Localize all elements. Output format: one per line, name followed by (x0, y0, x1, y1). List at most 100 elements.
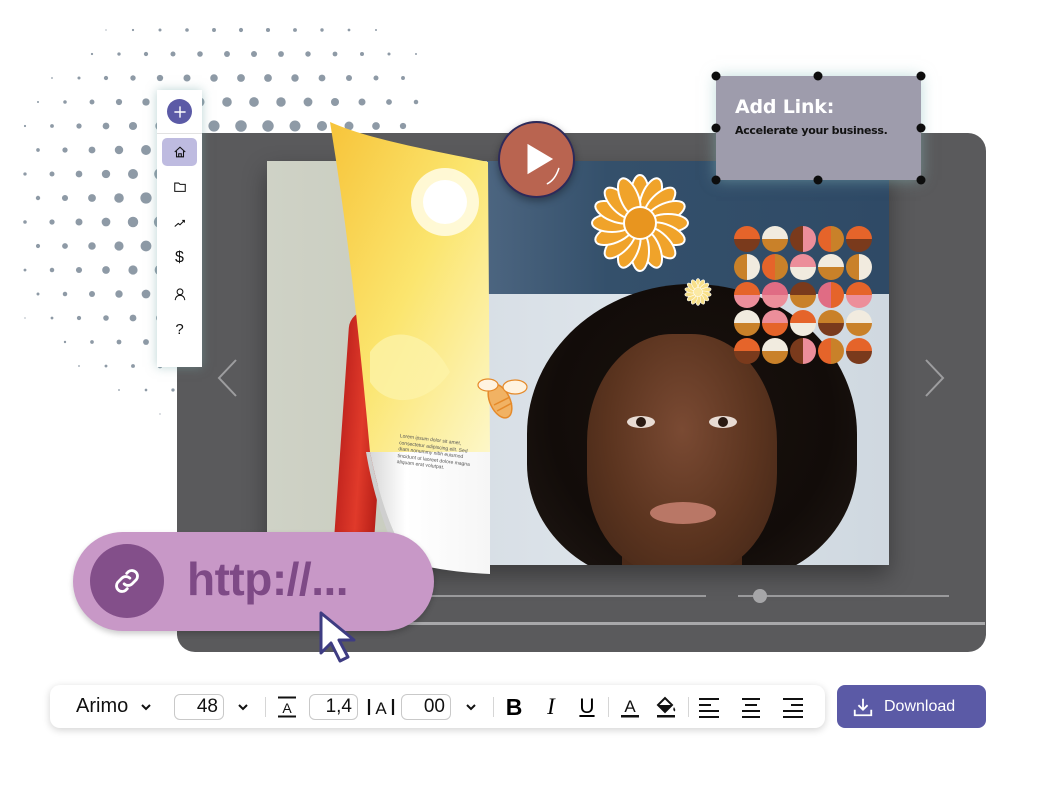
halftone-dot (387, 52, 391, 56)
toolbar-divider (608, 697, 609, 717)
halftone-dot (386, 99, 392, 105)
halftone-dot (61, 194, 69, 202)
progress-bar[interactable] (400, 622, 985, 625)
halftone-dot (104, 364, 108, 368)
halftone-dot (276, 97, 286, 107)
folder-icon (173, 182, 186, 192)
volume-slider-track[interactable] (738, 595, 949, 597)
halftone-dot (251, 51, 257, 57)
add-button[interactable] (167, 99, 192, 124)
text-color-button[interactable]: A (617, 694, 643, 720)
italic-button[interactable]: I (538, 694, 564, 720)
halftone-dot (131, 364, 135, 368)
pattern-circle (790, 226, 816, 252)
slider-handle[interactable] (752, 589, 767, 603)
next-page-button[interactable] (922, 358, 946, 398)
previous-page-button[interactable] (216, 358, 240, 398)
pattern-circle (846, 282, 872, 308)
bold-button[interactable]: B (501, 694, 527, 720)
url-link-field[interactable]: http://... (73, 532, 434, 631)
svg-text:A: A (282, 700, 292, 716)
font-size-input[interactable]: 48 (174, 694, 224, 720)
flower-center (623, 206, 657, 240)
pattern-circle (790, 338, 816, 364)
toolbar-divider (493, 697, 494, 717)
small-flower-illustration (684, 278, 712, 306)
halftone-dot (23, 268, 27, 272)
halftone-dot (49, 267, 55, 273)
pattern-circle (846, 338, 872, 364)
sidebar: $ ? (157, 90, 202, 367)
halftone-dot (36, 292, 40, 296)
resize-handle-bottom-right[interactable] (916, 175, 926, 185)
flipping-page[interactable] (330, 122, 490, 574)
align-center-icon (742, 698, 760, 718)
resize-handle-bottom-left[interactable] (711, 175, 721, 185)
svg-text:A: A (624, 697, 636, 716)
resize-handle-top[interactable] (813, 71, 823, 81)
halftone-dot (23, 172, 27, 176)
underline-button[interactable]: U (574, 694, 600, 720)
halftone-dot (63, 340, 67, 344)
halftone-dot (235, 120, 247, 132)
letter-spacing-dropdown[interactable] (465, 685, 477, 728)
chevron-down-icon (238, 703, 248, 710)
link-card-subtitle: Accelerate your business. (735, 124, 888, 137)
halftone-dot (358, 98, 366, 106)
align-left-button[interactable] (696, 694, 722, 720)
page-curl-graphic (330, 122, 490, 574)
resize-handle-top-right[interactable] (916, 71, 926, 81)
resize-handle-top-left[interactable] (711, 71, 721, 81)
download-button[interactable]: Download (837, 685, 986, 728)
bee-illustration (477, 378, 528, 419)
pattern-circle (734, 310, 760, 336)
halftone-dot (318, 74, 326, 82)
chevron-down-icon (466, 703, 476, 710)
font-size-dropdown[interactable] (237, 685, 249, 728)
page-slider-track-left[interactable] (430, 595, 706, 597)
sidebar-item-billing[interactable]: $ (162, 244, 197, 272)
link-button[interactable] (90, 544, 164, 618)
halftone-dot (347, 28, 351, 32)
sidebar-item-files[interactable] (162, 173, 197, 201)
resize-handle-left[interactable] (711, 123, 721, 133)
font-family-select[interactable]: Arimo (76, 685, 152, 728)
add-link-textbox[interactable]: Add Link: Accelerate your business. (716, 76, 921, 180)
halftone-dot (208, 120, 220, 132)
resize-handle-right[interactable] (916, 123, 926, 133)
halftone-dot (103, 315, 109, 321)
sidebar-item-home[interactable] (162, 138, 197, 166)
text-format-toolbar: Arimo 48 A 1,4 A 00 B I U A (50, 685, 825, 728)
sidebar-item-help[interactable]: ? (162, 315, 197, 343)
halftone-dot (401, 76, 405, 80)
line-height-button[interactable]: A (274, 694, 300, 720)
halftone-dot (330, 97, 340, 107)
pattern-circle (734, 282, 760, 308)
halftone-dot (127, 168, 139, 180)
sidebar-item-account[interactable] (162, 280, 197, 308)
halftone-dot (144, 388, 148, 392)
halftone-dot (159, 413, 161, 415)
halftone-dot (262, 120, 274, 132)
resize-handle-bottom[interactable] (813, 175, 823, 185)
letter-spacing-input[interactable]: 00 (401, 694, 451, 720)
halftone-dot (36, 148, 40, 152)
text-color-icon: A (621, 697, 639, 718)
flower-center (693, 287, 703, 297)
fill-color-button[interactable] (653, 694, 679, 720)
chevron-left-icon (217, 359, 237, 397)
line-height-input[interactable]: 1,4 (309, 694, 358, 720)
align-right-button[interactable] (780, 694, 806, 720)
trend-icon (173, 219, 185, 227)
geometric-circle-pattern (734, 226, 872, 364)
letter-spacing-button[interactable]: A (366, 694, 396, 720)
halftone-dot (118, 389, 120, 391)
pattern-circle (818, 282, 844, 308)
sidebar-item-analytics[interactable] (162, 209, 197, 237)
halftone-dot (128, 121, 138, 131)
plus-icon (173, 105, 186, 118)
align-center-button[interactable] (738, 694, 764, 720)
play-button[interactable] (498, 121, 575, 198)
halftone-dot (278, 51, 284, 57)
halftone-dot (62, 243, 68, 249)
